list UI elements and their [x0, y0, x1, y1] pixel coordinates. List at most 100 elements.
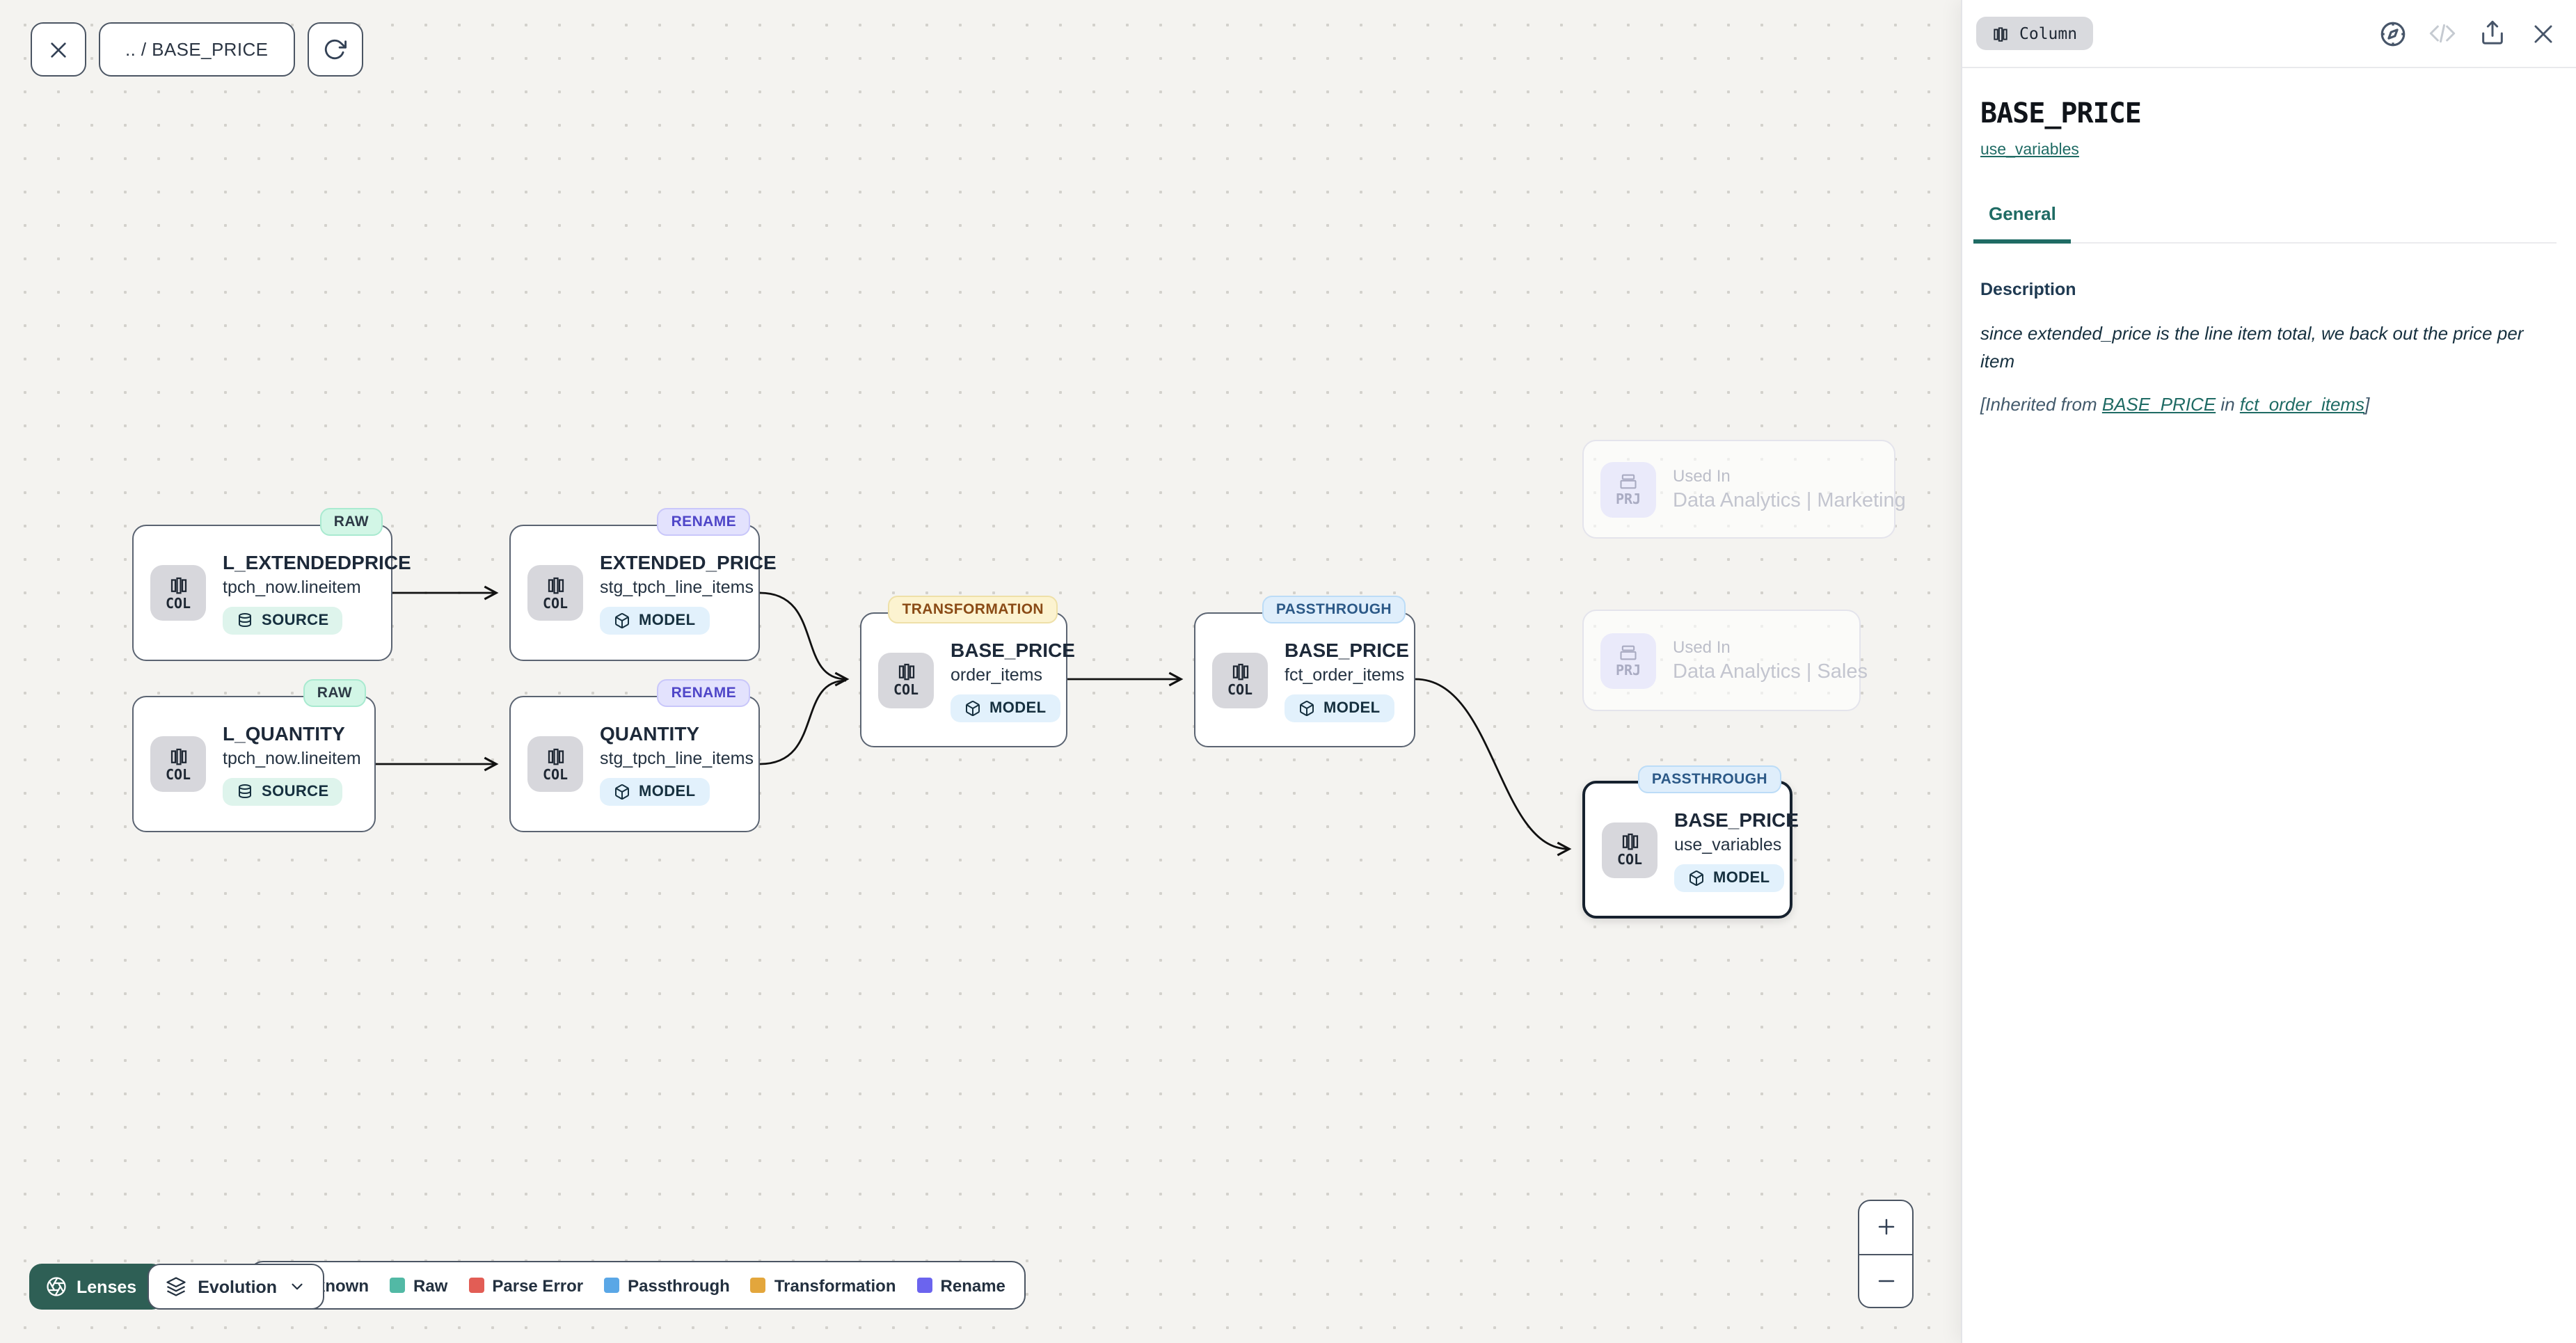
zoom-controls: [1858, 1200, 1914, 1308]
refresh-icon: [323, 38, 347, 61]
archive-icon: [1619, 642, 1638, 662]
lenses-button[interactable]: Lenses: [29, 1264, 164, 1310]
lens-tag: RENAME: [658, 508, 750, 536]
ghost-project-title: Data Analytics | Marketing: [1673, 490, 1906, 512]
description-text: since extended_price is the line item to…: [1980, 319, 2543, 376]
node-model: use_variables: [1674, 834, 1781, 854]
node-base-price-fct-order-items[interactable]: PASSTHROUGH COL BASE_PRICE fct_order_ite…: [1194, 612, 1415, 747]
node-model: tpch_now.lineitem: [223, 578, 361, 597]
asset-type-badge: MODEL: [951, 694, 1060, 722]
code-icon: [2428, 19, 2456, 47]
lens-legend: Unknown Raw Parse Error Passthrough Tran…: [249, 1261, 1026, 1310]
close-panel-button[interactable]: [2526, 17, 2559, 50]
panel-title: BASE_PRICE: [1980, 96, 2557, 129]
columns-icon: [1991, 24, 2010, 42]
tab-general[interactable]: General: [1973, 203, 2072, 244]
edge: [760, 681, 846, 764]
node-title: BASE_PRICE: [1674, 808, 1799, 830]
edge: [1415, 679, 1568, 849]
cube-icon: [614, 784, 630, 800]
detail-panel-header: Column: [1962, 0, 2576, 68]
node-model: order_items: [951, 665, 1042, 684]
layers-icon: [166, 1276, 186, 1297]
database-icon: [237, 784, 253, 800]
column-kind-block: COL: [527, 565, 583, 621]
lens-tag: RENAME: [658, 679, 750, 707]
ghost-used-in-label: Used In: [1673, 466, 1906, 486]
node-title: BASE_PRICE: [951, 638, 1075, 660]
node-quantity[interactable]: RENAME COL QUANTITY stg_tpch_line_items …: [509, 696, 760, 832]
node-model: tpch_now.lineitem: [223, 749, 361, 768]
cube-icon: [614, 612, 630, 629]
lens-selector-dropdown[interactable]: Evolution: [148, 1264, 324, 1310]
lens-tag: TRANSFORMATION: [888, 596, 1058, 623]
columns-icon: [168, 574, 189, 595]
navigate-button[interactable]: [2376, 17, 2409, 50]
inherited-note: [Inherited from BASE_PRICE in fct_order_…: [1980, 394, 2557, 415]
legend-item: Rename: [917, 1276, 1005, 1295]
columns-icon: [545, 745, 566, 766]
breadcrumb[interactable]: .. / BASE_PRICE: [99, 22, 294, 77]
legend-item: Transformation: [751, 1276, 896, 1295]
project-kind-block: PRJ: [1600, 633, 1656, 688]
asset-type-badge: MODEL: [600, 778, 709, 806]
lineage-canvas[interactable]: .. / BASE_PRICE RAW COL L_EXTENDEDPRICE …: [0, 0, 1961, 1343]
close-icon: [47, 38, 70, 61]
node-base-price-use-variables[interactable]: PASSTHROUGH COL BASE_PRICE use_variables…: [1582, 781, 1792, 919]
node-title: EXTENDED_PRICE: [600, 551, 777, 573]
node-base-price-order-items[interactable]: TRANSFORMATION COL BASE_PRICE order_item…: [860, 612, 1067, 747]
chevron-down-icon: [288, 1278, 306, 1296]
edge: [760, 593, 846, 679]
asset-type-badge: MODEL: [1285, 694, 1394, 722]
column-kind-block: COL: [527, 736, 583, 792]
node-model: stg_tpch_line_items: [600, 749, 754, 768]
node-l-extendedprice[interactable]: RAW COL L_EXTENDEDPRICE tpch_now.lineite…: [132, 525, 392, 661]
panel-tabs: General: [1980, 203, 2557, 243]
node-extended-price[interactable]: RENAME COL EXTENDED_PRICE stg_tpch_line_…: [509, 525, 760, 661]
ghost-node-marketing[interactable]: PRJ Used In Data Analytics | Marketing: [1582, 440, 1895, 539]
asset-type-badge: SOURCE: [223, 778, 343, 806]
project-kind-block: PRJ: [1600, 461, 1656, 517]
node-title: QUANTITY: [600, 722, 699, 745]
node-l-quantity[interactable]: RAW COL L_QUANTITY tpch_now.lineitem SOU…: [132, 696, 376, 832]
node-title: L_QUANTITY: [223, 722, 345, 745]
canvas-toolbar: .. / BASE_PRICE: [31, 22, 363, 77]
asset-type-badge: SOURCE: [223, 607, 343, 635]
legend-item: Parse Error: [468, 1276, 583, 1295]
lens-tag: PASSTHROUGH: [1638, 765, 1781, 793]
share-icon: [2479, 19, 2506, 47]
ghost-project-title: Data Analytics | Sales: [1673, 661, 1868, 683]
lineage-app: .. / BASE_PRICE RAW COL L_EXTENDEDPRICE …: [0, 0, 2576, 1343]
legend-item: Passthrough: [604, 1276, 730, 1295]
column-kind-block: COL: [878, 652, 934, 708]
model-link[interactable]: use_variables: [1980, 142, 2079, 159]
columns-icon: [545, 574, 566, 595]
entity-type-badge: Column: [1976, 17, 2092, 50]
lens-tag: RAW: [303, 679, 366, 707]
column-kind-block: COL: [150, 565, 206, 621]
code-button[interactable]: [2426, 17, 2459, 50]
inherited-column-link[interactable]: BASE_PRICE: [2102, 394, 2216, 415]
database-icon: [237, 612, 253, 629]
description-label: Description: [1980, 279, 2557, 299]
legend-item: Raw: [390, 1276, 447, 1295]
inherited-model-link[interactable]: fct_order_items: [2240, 394, 2364, 415]
refresh-button[interactable]: [307, 22, 363, 77]
aperture-icon: [46, 1276, 67, 1297]
compass-icon: [2378, 19, 2407, 48]
node-title: BASE_PRICE: [1285, 638, 1409, 660]
node-title: L_EXTENDEDPRICE: [223, 551, 411, 573]
cube-icon: [964, 699, 981, 716]
zoom-out-button[interactable]: [1859, 1253, 1912, 1307]
columns-icon: [168, 745, 189, 766]
ghost-node-sales[interactable]: PRJ Used In Data Analytics | Sales: [1582, 610, 1861, 711]
share-button[interactable]: [2476, 17, 2509, 50]
cube-icon: [1688, 869, 1705, 886]
minus-icon: [1875, 1271, 1896, 1292]
columns-icon: [1619, 831, 1640, 852]
lens-controls: Lenses Evolution: [29, 1264, 324, 1310]
zoom-in-button[interactable]: [1859, 1201, 1912, 1253]
cube-icon: [1298, 699, 1315, 716]
close-lineage-button[interactable]: [31, 22, 86, 77]
columns-icon: [896, 661, 916, 682]
